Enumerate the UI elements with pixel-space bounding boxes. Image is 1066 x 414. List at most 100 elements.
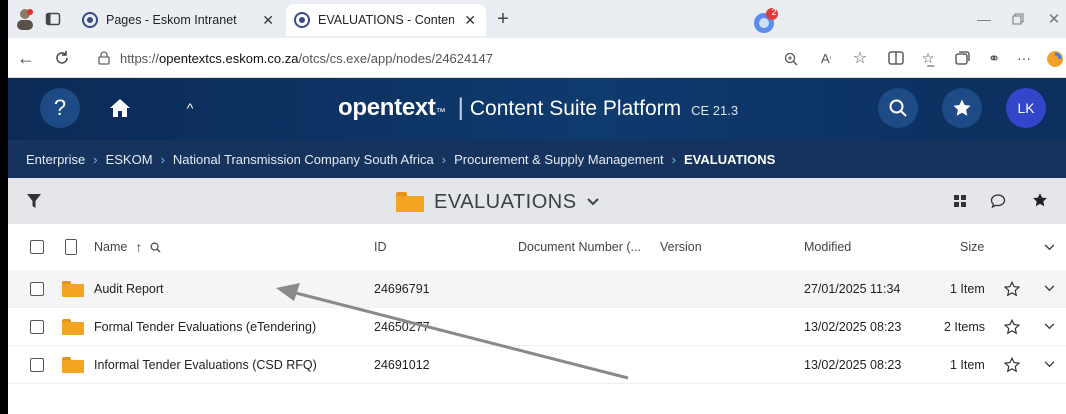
breadcrumb: Enterprise › ESKOM › National Transmissi… [8,140,1066,178]
table-row[interactable]: Formal Tender Evaluations (eTendering) 2… [8,308,1066,346]
breadcrumb-item-ntcsa[interactable]: National Transmission Company South Afri… [173,152,434,167]
row-size: 1 Item [950,281,985,296]
column-search-icon[interactable] [150,242,161,253]
favorites-button[interactable] [942,88,982,128]
comments-icon[interactable] [988,191,1008,211]
row-favorite-star-icon[interactable] [1004,346,1020,383]
row-favorite-star-icon[interactable] [1004,308,1020,345]
help-label: ? [53,95,67,120]
favorite-star-icon[interactable]: ☆ [850,48,870,68]
column-header-id[interactable]: ID [374,224,387,270]
columns-chevron-down-icon[interactable] [1044,224,1055,270]
folder-icon [62,357,84,373]
table-header-row: Name ↑ ID Document Number (... Version M… [8,224,1066,270]
star-icon [953,99,971,116]
close-tab-icon[interactable]: ✕ [464,12,476,29]
row-name-link[interactable]: Informal Tender Evaluations (CSD RFQ) [94,346,317,383]
search-button[interactable] [878,88,918,128]
window-close-icon[interactable]: ✕ [1044,9,1064,29]
row-chevron-down-icon[interactable] [1044,308,1055,345]
home-icon[interactable] [104,92,136,124]
folder-title-text: EVALUATIONS [434,190,577,213]
sort-ascending-icon[interactable]: ↑ [135,239,142,255]
search-icon [889,99,907,117]
restore-icon[interactable] [1008,9,1028,29]
collections-icon[interactable] [952,48,972,68]
back-icon[interactable]: ← [16,48,36,68]
row-name-link[interactable]: Formal Tender Evaluations (eTendering) [94,308,316,345]
refresh-icon[interactable] [52,48,72,68]
row-modified: 13/02/2025 08:23 [804,357,902,372]
favorites-list-icon[interactable]: ☆̲ [918,48,938,68]
extensions-icon[interactable]: ⚭ [984,48,1004,68]
folder-title[interactable]: EVALUATIONS [396,188,599,216]
breadcrumb-separator-icon: › [160,151,165,167]
tab-pages-eskom[interactable]: Pages - Eskom Intranet ✕ [74,4,284,36]
tab-title: EVALUATIONS - Content Suite Pla [318,13,455,27]
tab-evaluations[interactable]: EVALUATIONS - Content Suite Pla ✕ [286,4,486,36]
split-screen-icon[interactable] [886,49,906,67]
user-initials: LK [1017,100,1035,116]
row-favorite-star-icon[interactable] [1004,270,1020,307]
read-aloud-icon[interactable]: Aᵎ [816,48,836,68]
product-brand: opentext ™ | Content Suite Platform CE 2… [338,94,738,124]
copilot-icon[interactable]: 2 [750,6,780,36]
type-column-icon [65,239,77,255]
user-avatar[interactable]: LK [1006,88,1046,128]
row-id: 24650277 [374,319,430,334]
table-row[interactable]: Informal Tender Evaluations (CSD RFQ) 24… [8,346,1066,384]
row-checkbox[interactable] [30,282,44,296]
opentext-logo: opentext [338,94,436,121]
tab-title: Pages - Eskom Intranet [106,13,237,27]
row-checkbox[interactable] [30,320,44,334]
more-menu-icon[interactable]: ··· [1014,48,1034,68]
folder-toolbar: EVALUATIONS [8,178,1066,224]
collapse-icon[interactable]: ^ [178,96,202,120]
chevron-down-icon [586,198,599,206]
breadcrumb-separator-icon: › [671,151,677,167]
product-version: CE 21.3 [691,103,739,118]
select-all-checkbox[interactable] [30,240,44,254]
opentext-favicon-icon [294,12,310,28]
table-row[interactable]: Audit Report 24696791 27/01/2025 11:34 1… [8,270,1066,308]
row-id: 24691012 [374,357,430,372]
column-header-name[interactable]: Name ↑ [94,224,161,270]
breadcrumb-item-eskom[interactable]: ESKOM [106,152,153,167]
breadcrumb-separator-icon: › [93,151,98,167]
url-path: /otcs/cs.exe/app/nodes/24624147 [298,50,493,66]
url-scheme: https:// [120,50,160,66]
url-field[interactable]: https://opentextcs.eskom.co.za/otcs/cs.e… [86,44,866,72]
brand-separator: | [457,94,464,121]
row-chevron-down-icon[interactable] [1044,270,1055,307]
row-chevron-down-icon[interactable] [1044,346,1055,383]
column-header-modified[interactable]: Modified [804,224,851,270]
folder-icon [62,281,84,297]
row-checkbox[interactable] [30,358,44,372]
column-header-name-label: Name [94,240,128,254]
filter-icon[interactable] [24,191,44,211]
breadcrumb-separator-icon: › [441,151,447,167]
row-modified: 13/02/2025 08:23 [804,319,902,334]
breadcrumb-item-procurement[interactable]: Procurement & Supply Management [454,152,664,167]
row-name-link[interactable]: Audit Report [94,270,163,307]
row-size: 2 Items [944,319,985,334]
breadcrumb-item-enterprise[interactable]: Enterprise [26,152,85,167]
minimize-icon[interactable]: — [974,9,994,29]
zoom-icon[interactable] [782,50,800,68]
column-header-version[interactable]: Version [660,224,702,270]
row-modified: 27/01/2025 11:34 [804,281,901,296]
column-header-document-number[interactable]: Document Number (... [518,224,641,270]
profile-avatar-icon[interactable] [14,8,36,30]
breadcrumb-item-current: EVALUATIONS [684,151,776,167]
copilot-badge: 2 [771,7,777,17]
favorite-star-icon[interactable] [1030,190,1050,210]
grid-view-icon[interactable] [950,191,970,211]
lock-icon [98,51,110,65]
row-id: 24696791 [374,281,430,296]
edge-copilot-icon[interactable] [1044,48,1066,70]
column-header-size[interactable]: Size [960,224,984,270]
new-tab-icon[interactable]: + [492,8,514,30]
close-tab-icon[interactable]: ✕ [262,12,274,29]
tab-actions-icon[interactable] [44,10,62,28]
help-button[interactable]: ? [40,88,80,128]
